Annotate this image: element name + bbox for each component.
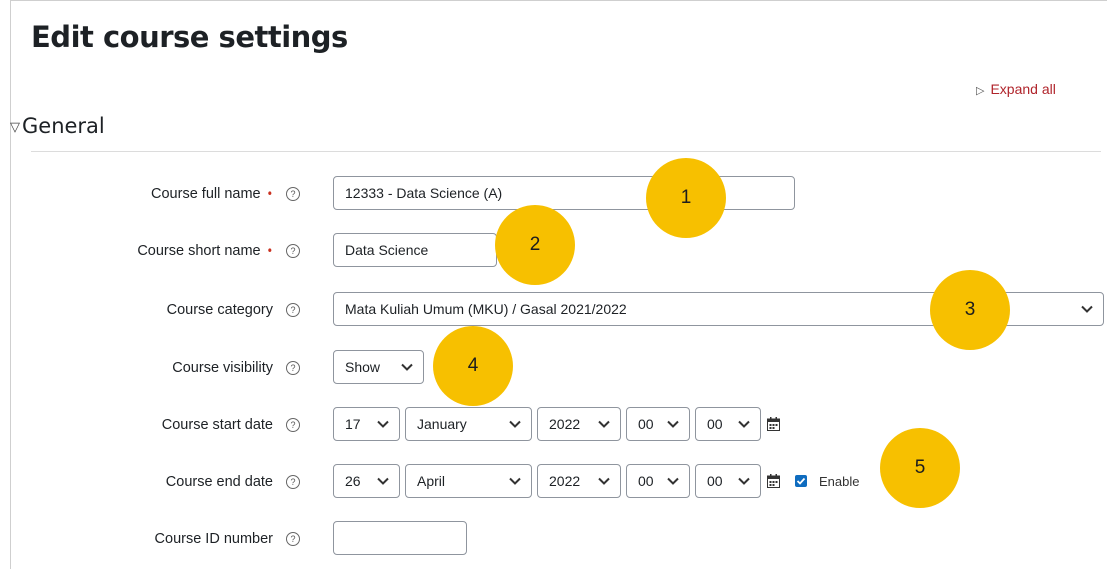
- help-icon[interactable]: ?: [286, 475, 300, 489]
- chevron-down-icon: [738, 420, 750, 428]
- start-date-label: Course start date: [161, 417, 273, 433]
- callout-marker-3: 3: [930, 270, 1010, 350]
- expand-all-label: Expand all: [990, 81, 1056, 97]
- help-icon[interactable]: ?: [286, 418, 300, 432]
- start-year-select[interactable]: 2022: [537, 407, 621, 441]
- chevron-down-icon: [598, 420, 610, 428]
- section-divider: [31, 151, 1101, 152]
- course-short-name-input[interactable]: Data Science: [333, 233, 497, 267]
- end-minute-select[interactable]: 00: [695, 464, 761, 498]
- callout-marker-2: 2: [495, 205, 575, 285]
- start-hour-select[interactable]: 00: [626, 407, 690, 441]
- field-row-full-name: Course full name • ? 12333 - Data Science…: [0, 176, 1107, 212]
- callout-marker-5: 5: [880, 428, 960, 508]
- end-day-select[interactable]: 26: [333, 464, 400, 498]
- start-minute-select[interactable]: 00: [695, 407, 761, 441]
- short-name-label: Course short name •: [137, 243, 273, 259]
- end-date-label: Course end date: [165, 474, 273, 490]
- chevron-down-icon: [509, 420, 521, 428]
- visibility-selected-value: Show: [345, 359, 381, 375]
- help-icon[interactable]: ?: [286, 303, 300, 317]
- category-selected-value: Mata Kuliah Umum (MKU) / Gasal 2021/2022: [345, 301, 627, 317]
- help-icon[interactable]: ?: [286, 187, 300, 201]
- chevron-down-icon: [377, 477, 389, 485]
- page-title: Edit course settings: [31, 20, 348, 54]
- chevron-down-icon: [509, 477, 521, 485]
- chevron-down-icon: [667, 420, 679, 428]
- visibility-label: Course visibility: [172, 360, 273, 376]
- category-label: Course category: [166, 302, 273, 318]
- field-row-id-number: Course ID number ?: [0, 521, 1107, 557]
- help-icon[interactable]: ?: [286, 361, 300, 375]
- help-icon[interactable]: ?: [286, 532, 300, 546]
- end-date-enable-checkbox[interactable]: [795, 475, 807, 487]
- chevron-down-icon: [377, 420, 389, 428]
- field-row-visibility: Course visibility ? Show: [0, 350, 1107, 386]
- full-name-label: Course full name •: [151, 186, 273, 202]
- section-general-toggle[interactable]: ▽General: [10, 114, 105, 138]
- callout-marker-1: 1: [646, 158, 726, 238]
- help-icon[interactable]: ?: [286, 244, 300, 258]
- chevron-down-icon: [738, 477, 750, 485]
- frame-border-top: [10, 0, 1107, 1]
- end-month-select[interactable]: April: [405, 464, 532, 498]
- chevron-down-icon: [1081, 305, 1093, 313]
- id-number-label: Course ID number: [154, 531, 273, 547]
- start-month-select[interactable]: January: [405, 407, 532, 441]
- course-visibility-select[interactable]: Show: [333, 350, 424, 384]
- chevron-down-icon: [667, 477, 679, 485]
- start-day-select[interactable]: 17: [333, 407, 400, 441]
- expand-triangle-icon: ▷: [976, 85, 985, 97]
- section-title: General: [22, 114, 105, 138]
- chevron-down-icon: [401, 363, 413, 371]
- chevron-down-icon: [598, 477, 610, 485]
- collapse-triangle-icon: ▽: [10, 120, 20, 135]
- end-year-select[interactable]: 2022: [537, 464, 621, 498]
- enable-label: Enable: [819, 474, 860, 489]
- expand-all-link[interactable]: ▷ Expand all: [976, 81, 1056, 97]
- required-icon: •: [266, 244, 273, 258]
- calendar-icon[interactable]: [767, 474, 780, 488]
- end-hour-select[interactable]: 00: [626, 464, 690, 498]
- course-id-number-input[interactable]: [333, 521, 467, 555]
- checkmark-icon: [796, 477, 806, 485]
- required-icon: •: [266, 187, 273, 201]
- calendar-icon[interactable]: [767, 417, 780, 431]
- callout-marker-4: 4: [433, 326, 513, 406]
